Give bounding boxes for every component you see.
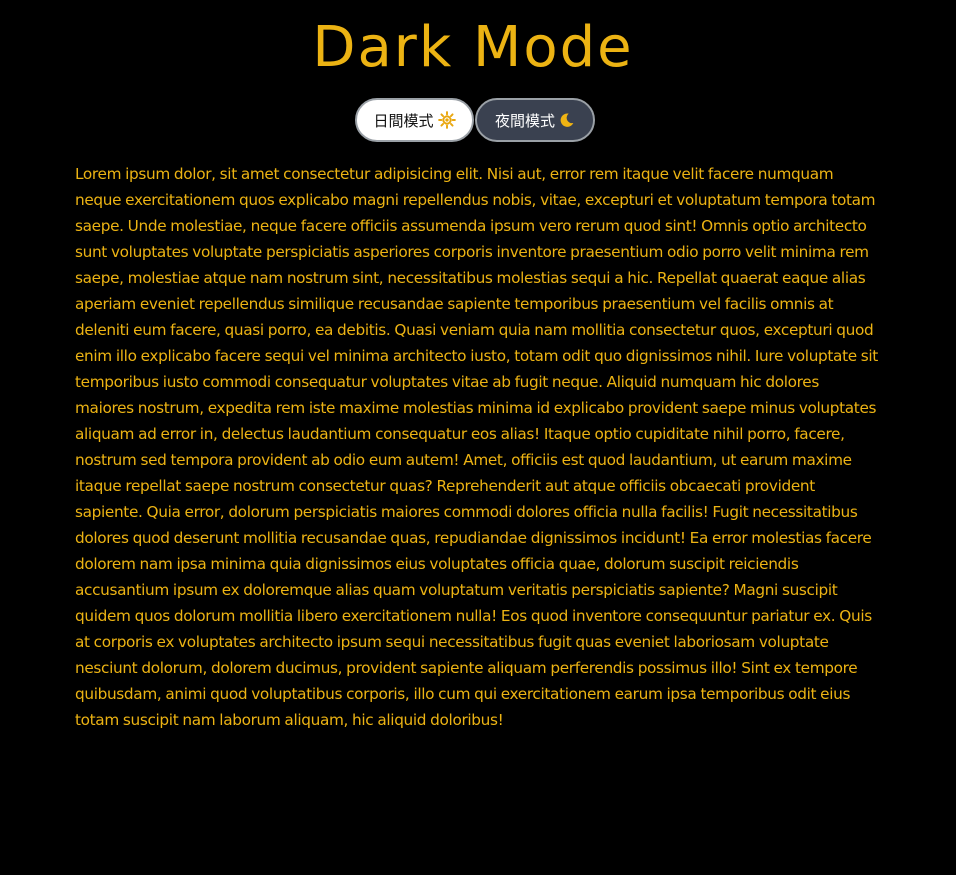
page-title: Dark Mode — [312, 15, 634, 80]
mode-toggle-group: 日間模式 夜間模式 — [355, 98, 595, 142]
dark-mode-label: 夜間模式 — [494, 111, 555, 130]
sun-icon — [437, 111, 456, 129]
page: Dark Mode 日間模式 夜間模式 Lorem ipsum dolor, s… — [0, 0, 956, 875]
body-paragraph: Lorem ipsum dolor, sit amet consectetur … — [75, 165, 878, 729]
light-mode-label: 日間模式 — [373, 111, 434, 130]
moon-icon — [559, 112, 575, 128]
dark-mode-button[interactable]: 夜間模式 — [475, 98, 595, 142]
light-mode-button[interactable]: 日間模式 — [355, 98, 474, 142]
